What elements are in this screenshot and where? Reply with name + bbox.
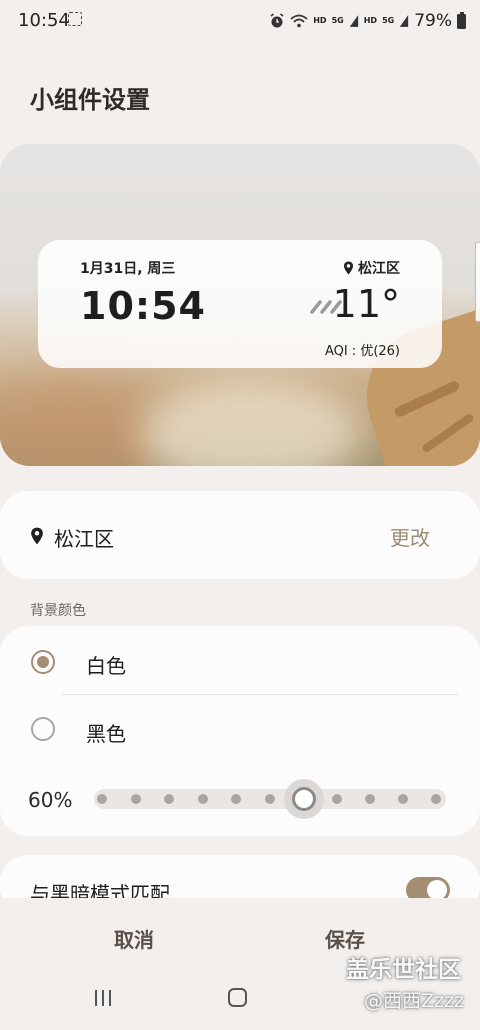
watermark-author: @西西Zzzz bbox=[364, 990, 464, 1012]
page-title: 小组件设置 bbox=[30, 86, 150, 114]
status-icons: HD 5G HD 5G 79% bbox=[269, 11, 466, 31]
recent-apps-icon[interactable] bbox=[93, 988, 113, 1008]
slider-step bbox=[198, 794, 208, 804]
signal-icon bbox=[349, 15, 358, 27]
alarm-icon bbox=[270, 13, 284, 28]
slider-step bbox=[431, 794, 441, 804]
widget-temperature: 11° bbox=[332, 282, 400, 326]
wifi-icon bbox=[290, 14, 308, 28]
slider-step bbox=[97, 794, 107, 804]
radio-white-label[interactable]: 白色 bbox=[86, 650, 126, 679]
signal-icon-2 bbox=[400, 15, 409, 27]
location-pin-icon bbox=[31, 527, 43, 545]
network-badge-2: 5G bbox=[382, 16, 395, 25]
weather-widget: 1月31日, 周三 松江区 10:54 11° AQI : 优(26) bbox=[38, 240, 442, 368]
opacity-value: 60% bbox=[28, 788, 73, 812]
opacity-slider-thumb[interactable] bbox=[284, 779, 324, 819]
status-time: 10:54 bbox=[18, 10, 70, 31]
cancel-button[interactable]: 取消 bbox=[114, 924, 154, 953]
location-card: 松江区 更改 bbox=[0, 491, 480, 579]
radio-black-label[interactable]: 黑色 bbox=[86, 718, 126, 747]
widget-preview: 1月31日, 周三 松江区 10:54 11° AQI : 优(26) bbox=[0, 144, 480, 466]
status-bar: 10:54 HD 5G HD 5G 79% bbox=[0, 0, 480, 44]
widget-aqi: AQI : 优(26) bbox=[324, 344, 400, 359]
location-name: 松江区 bbox=[54, 527, 114, 551]
battery-icon bbox=[457, 11, 466, 29]
hd-badge: HD bbox=[313, 16, 327, 25]
network-badge: 5G bbox=[331, 16, 344, 25]
battery-percent: 79% bbox=[414, 11, 452, 31]
divider bbox=[62, 694, 458, 695]
home-button-icon[interactable] bbox=[228, 988, 247, 1007]
widget-time: 10:54 bbox=[80, 284, 206, 328]
edge-panel-handle[interactable] bbox=[475, 242, 480, 322]
radio-black[interactable] bbox=[31, 717, 55, 741]
change-location-button[interactable]: 更改 bbox=[390, 522, 430, 551]
widget-date: 1月31日, 周三 bbox=[80, 261, 176, 277]
hd-badge-2: HD bbox=[363, 16, 378, 25]
slider-step bbox=[265, 794, 275, 804]
background-color-heading: 背景颜色 bbox=[30, 603, 86, 619]
radio-white[interactable] bbox=[31, 650, 55, 674]
save-button[interactable]: 保存 bbox=[325, 924, 365, 953]
location-pin-icon bbox=[343, 261, 354, 275]
slider-step bbox=[164, 794, 174, 804]
widget-location: 松江区 bbox=[343, 258, 400, 278]
slider-step bbox=[365, 794, 375, 804]
slider-step bbox=[398, 794, 408, 804]
slider-step bbox=[131, 794, 141, 804]
watermark-text: 盖乐世社区 bbox=[346, 957, 461, 983]
slider-step bbox=[231, 794, 241, 804]
wallpaper-highlight bbox=[140, 379, 360, 466]
slider-step bbox=[332, 794, 342, 804]
screen-record-icon bbox=[68, 12, 82, 26]
widget-location-text: 松江区 bbox=[358, 261, 400, 277]
